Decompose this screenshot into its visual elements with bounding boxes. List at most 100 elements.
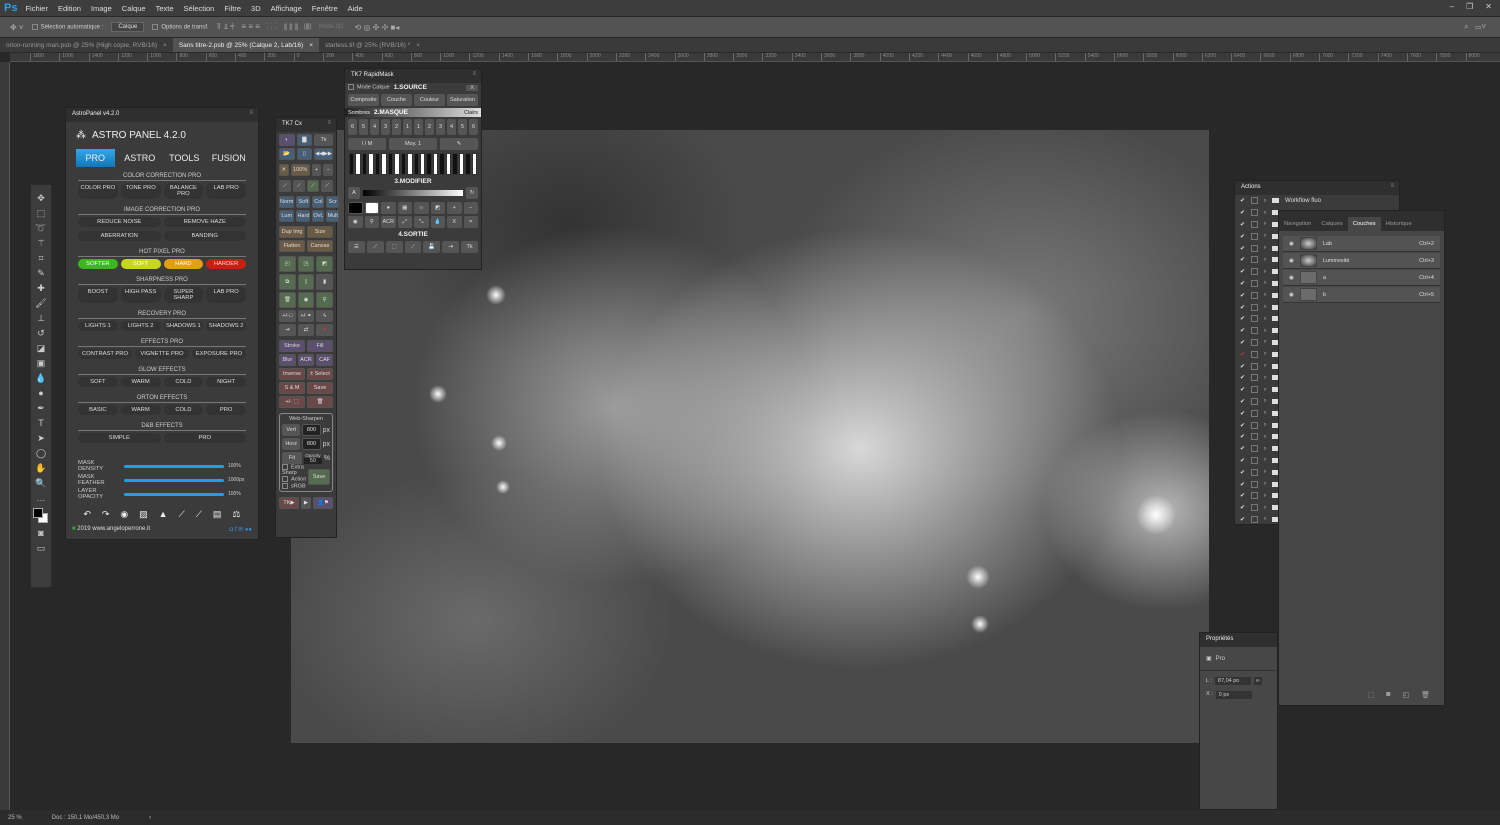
restore-icon[interactable]: ❐	[1466, 2, 1473, 11]
im-button[interactable]: I / M	[348, 138, 386, 150]
brightness-icon[interactable]: ☼	[414, 202, 429, 214]
channel-row-lab[interactable]: ◉ Lab Ctrl+2	[1283, 236, 1440, 252]
brush-tool-icon[interactable]: 🖌	[35, 298, 46, 309]
expand-chevron-icon[interactable]: ›	[1264, 304, 1266, 310]
menu-fichier[interactable]: Fichier	[25, 4, 48, 13]
move-tool-icon[interactable]: ✥ ˅	[10, 23, 24, 32]
l-input[interactable]: 87,04 po	[1214, 677, 1251, 685]
stamp-tool-icon[interactable]: ⊥	[37, 313, 45, 324]
brush-white-icon[interactable]: ⟋	[293, 180, 305, 192]
zone-button[interactable]: 4	[370, 119, 379, 135]
dialog-toggle-icon[interactable]	[1251, 468, 1259, 476]
expand-chevron-icon[interactable]: ›	[1264, 221, 1266, 227]
astro-button-shadows-1[interactable]: SHADOWS 1	[163, 321, 204, 331]
tab-astro[interactable]: ASTRO	[121, 149, 160, 167]
action-row[interactable]: ✔ › Workflow fluo	[1235, 195, 1399, 207]
export-icon[interactable]: ⇥	[442, 241, 460, 253]
expand-chevron-icon[interactable]: ›	[1264, 481, 1266, 487]
mask-icon[interactable]: ◉	[120, 509, 128, 520]
astro-button-super-sharp[interactable]: SUPER SHARP	[163, 287, 204, 303]
equals-icon[interactable]: =	[463, 216, 478, 228]
astro-button-cold[interactable]: COLD	[163, 405, 204, 415]
zone-button[interactable]: 5	[458, 119, 467, 135]
slider-mask-density[interactable]: MASK DENSITY 100%	[66, 459, 258, 473]
tk-play-button[interactable]: TK ▶	[279, 497, 299, 510]
dialog-toggle-icon[interactable]	[1251, 220, 1259, 228]
tab-close-icon[interactable]: ×	[309, 42, 313, 49]
load-selection-icon[interactable]: ⬚	[1368, 691, 1375, 699]
contrast-icon[interactable]: ◩	[430, 202, 445, 214]
tab-orion[interactable]: orion-running man.psb @ 25% (High copie,…	[0, 38, 173, 52]
tk-brush-icon[interactable]: ◐	[279, 134, 295, 146]
fit-button[interactable]: Fit	[282, 452, 302, 464]
brush-black-icon[interactable]: ⟋	[279, 180, 291, 192]
tk-button-s-m[interactable]: S & M	[279, 382, 305, 394]
eye-icon[interactable]: ◉	[1289, 258, 1294, 264]
astro-button-reduce-noise[interactable]: REDUCE NOISE	[78, 217, 161, 227]
zone-button[interactable]: 1	[414, 119, 423, 135]
horz-button[interactable]: Horz	[282, 438, 301, 450]
dialog-toggle-icon[interactable]	[1251, 409, 1259, 417]
dialog-toggle-icon[interactable]	[1251, 456, 1259, 464]
lasso-tool-icon[interactable]: ➰	[35, 223, 46, 234]
astro-button-contrast-pro[interactable]: CONTRAST PRO	[78, 349, 132, 359]
menu-affichage[interactable]: Affichage	[271, 4, 302, 13]
check-icon[interactable]: ✔	[1240, 481, 1245, 488]
picker-icon[interactable]: ✎	[440, 138, 478, 150]
menu-edition[interactable]: Edition	[58, 4, 81, 13]
source-couche[interactable]: Couche	[381, 94, 412, 106]
smart-object-icon[interactable]: ◩	[316, 256, 333, 272]
dialog-toggle-icon[interactable]	[1251, 421, 1259, 429]
zone-button[interactable]: 4	[447, 119, 456, 135]
x-input[interactable]: 0 px	[1215, 691, 1252, 699]
tab-close-icon[interactable]: ×	[416, 42, 420, 49]
tab-calques[interactable]: Calques	[1316, 217, 1347, 231]
check-icon[interactable]: ✔	[1240, 197, 1245, 204]
auto-select-dropdown[interactable]: Calque	[111, 22, 145, 32]
tab-couches[interactable]: Couches	[1347, 217, 1381, 231]
expand-chevron-icon[interactable]: ›	[1264, 434, 1266, 440]
astro-button-soft[interactable]: SOFT	[78, 377, 118, 387]
expand-chevron-icon[interactable]: ›	[1264, 233, 1266, 239]
new-doc-icon[interactable]: ▯	[296, 148, 313, 160]
astro-button-lab-pro[interactable]: LAB PRO	[206, 183, 246, 199]
astro-button-warm[interactable]: WARM	[120, 405, 161, 415]
zoom-tool-icon[interactable]: 🔍	[35, 478, 46, 489]
expand-chevron-icon[interactable]: ›	[1264, 387, 1266, 393]
tab-historique[interactable]: Historique	[1381, 217, 1417, 231]
slider-layer-opacity[interactable]: LAYER OPACITY 100%	[66, 487, 258, 501]
check-icon[interactable]: ✔	[1240, 363, 1245, 370]
tab-close-icon[interactable]: ×	[163, 42, 167, 49]
properties-tab[interactable]: Propriétés	[1200, 633, 1277, 647]
check-icon[interactable]: ✔	[1240, 422, 1245, 429]
status-menu-arrow[interactable]: ›	[149, 815, 151, 821]
copy-icon[interactable]: ▯	[297, 274, 315, 290]
actions-tab[interactable]: Actions ≡	[1235, 181, 1399, 195]
dialog-toggle-icon[interactable]	[1251, 480, 1259, 488]
import-icon[interactable]: ⇥	[279, 324, 296, 336]
tk-button-canvas[interactable]: Canvas	[307, 240, 333, 252]
check-icon[interactable]: ✔	[1240, 492, 1245, 499]
more-tools-icon[interactable]: …	[37, 493, 46, 504]
path-select-icon[interactable]: ➤	[37, 433, 45, 444]
plus-icon[interactable]: +	[447, 202, 462, 214]
menu-3d[interactable]: 3D	[251, 4, 261, 13]
astro-button-lights-2[interactable]: LIGHTS 2	[120, 321, 161, 331]
zone-button[interactable]: 5	[359, 119, 368, 135]
check-icon[interactable]: ✔	[1240, 351, 1245, 358]
expand-chevron-icon[interactable]: ›	[1264, 457, 1266, 463]
panel-menu-icon[interactable]: ≡	[327, 120, 331, 126]
brush-green-icon[interactable]: ⟋	[307, 180, 319, 192]
color-swatches[interactable]	[33, 508, 49, 524]
astro-button-tone-pro[interactable]: TONE PRO	[120, 183, 161, 199]
check-icon[interactable]: ✔	[1240, 304, 1245, 311]
undo-icon[interactable]: ↶	[83, 509, 91, 520]
check-icon[interactable]: ✔	[1240, 327, 1245, 334]
tk-button-mult[interactable]: Mult	[326, 210, 339, 222]
layer-mask-icon[interactable]: ▮	[316, 274, 333, 290]
dropper-icon[interactable]: ⚲	[316, 292, 333, 308]
zone-button[interactable]: 6	[348, 119, 357, 135]
new-channel-icon[interactable]: ◰	[1402, 691, 1409, 699]
check-icon[interactable]: ✔	[1240, 410, 1245, 417]
dialog-toggle-icon[interactable]	[1251, 350, 1259, 358]
